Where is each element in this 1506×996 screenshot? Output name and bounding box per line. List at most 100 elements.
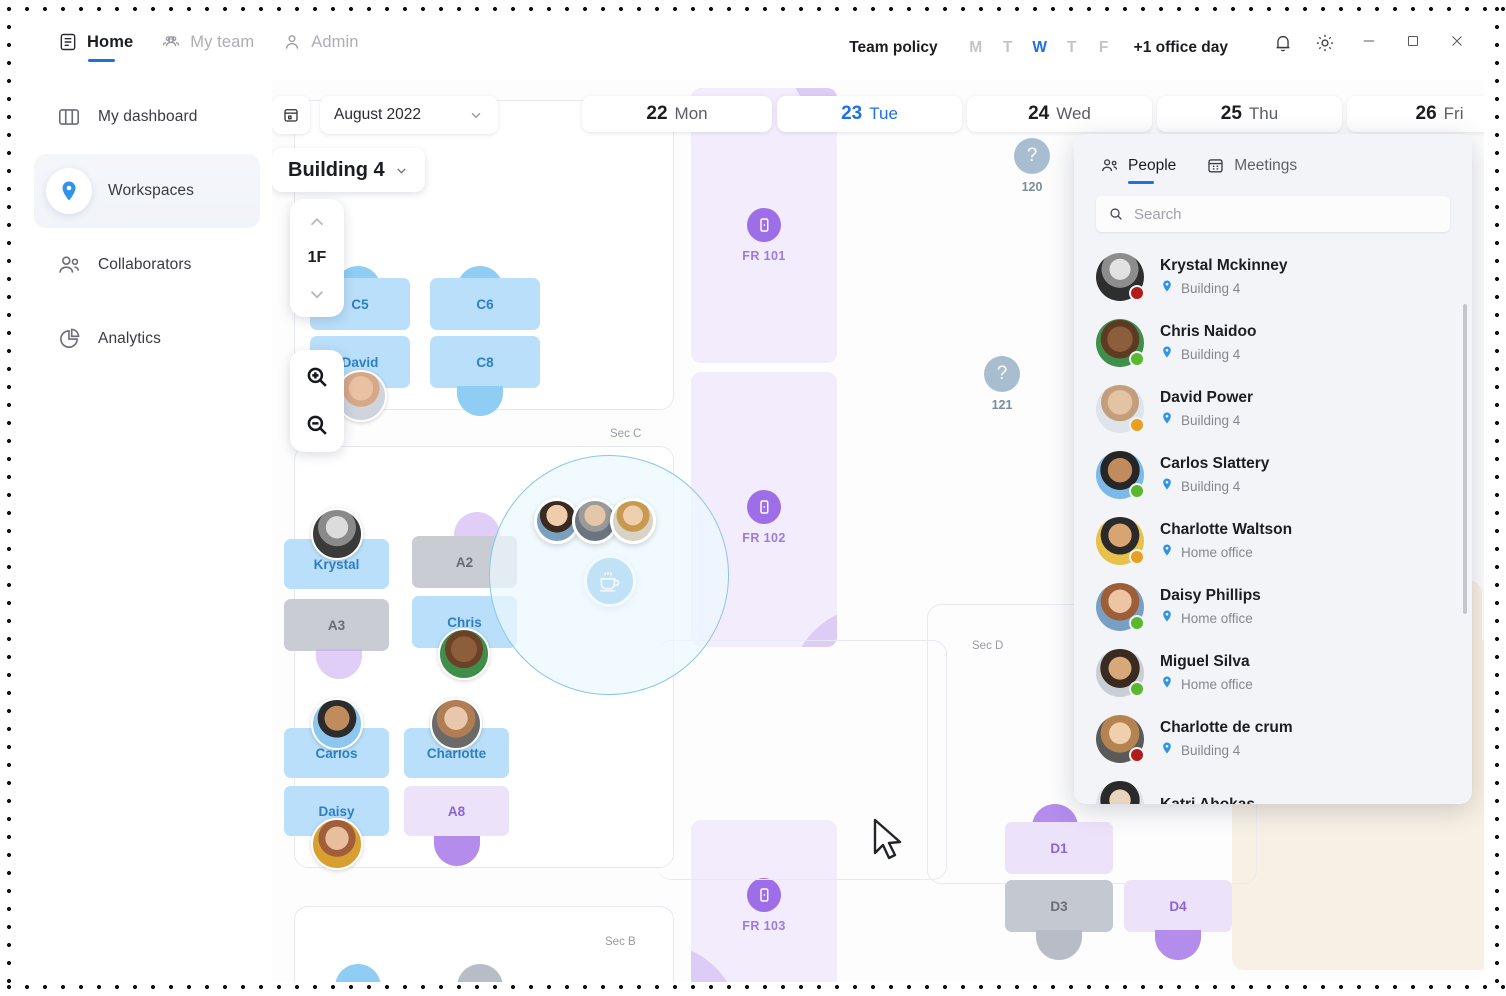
close-icon[interactable] — [1448, 32, 1466, 50]
tab-people-label: People — [1128, 156, 1177, 174]
gear-icon[interactable] — [1314, 32, 1336, 54]
desk-c8[interactable]: C8 — [430, 336, 540, 388]
date-pill-23[interactable]: 23 Tue — [777, 96, 962, 132]
chevron-down-icon[interactable] — [306, 283, 328, 305]
sidebar: My dashboard Workspaces Collaborators An… — [22, 80, 272, 982]
nav-tab-admin-label: Admin — [311, 32, 359, 51]
chevron-down-icon — [468, 107, 484, 123]
search-input[interactable] — [1134, 205, 1438, 223]
list-item[interactable]: Carlos Slattery Building 4 — [1074, 442, 1472, 508]
desk-d3[interactable]: D3 — [1005, 880, 1113, 932]
list-item[interactable]: David Power Building 4 — [1074, 376, 1472, 442]
people-panel[interactable]: People Meetings Krystal — [1074, 134, 1472, 804]
date-pill-26[interactable]: 26 Fri — [1347, 96, 1484, 132]
avatar — [1096, 319, 1145, 367]
desk-d1-label: D1 — [1050, 840, 1068, 856]
minimize-icon[interactable] — [1360, 32, 1378, 50]
list-item-info: Carlos Slattery Building 4 — [1160, 455, 1269, 495]
zoom-in-icon[interactable] — [304, 364, 330, 390]
question-icon: ? — [1014, 138, 1050, 174]
bell-icon[interactable] — [1272, 32, 1294, 54]
meeting-room-fr101-tag: FR 101 — [691, 208, 837, 265]
sidebar-item-analytics-label: Analytics — [98, 330, 161, 347]
people-list[interactable]: Krystal Mckinney Building 4 Chris Naidoo — [1074, 244, 1472, 804]
list-item[interactable]: Charlotte Waltson Home office — [1074, 508, 1472, 574]
nav-tab-home[interactable]: Home — [58, 32, 133, 62]
chevron-up-icon[interactable] — [306, 211, 328, 233]
people-icon — [56, 252, 82, 278]
desk-d1[interactable]: D1 — [1005, 822, 1113, 874]
maximize-icon[interactable] — [1404, 32, 1422, 50]
break-area-zone[interactable] — [489, 455, 729, 695]
search-box[interactable] — [1096, 196, 1450, 232]
person-name: Miguel Silva — [1160, 653, 1250, 670]
month-selector[interactable]: August 2022 — [320, 96, 498, 134]
sidebar-item-workspaces[interactable]: Workspaces — [34, 154, 260, 228]
avatar-charlotte[interactable] — [430, 698, 482, 750]
list-item-info: David Power Building 4 — [1160, 389, 1253, 429]
chair — [1155, 930, 1201, 960]
room-120[interactable]: ? 120 — [1002, 138, 1062, 196]
avatar-chris[interactable] — [438, 628, 490, 680]
policy-day-wed[interactable]: W — [1024, 39, 1056, 57]
person-location-label: Home office — [1181, 544, 1253, 560]
meeting-room-fr103-tag: FR 103 — [691, 878, 837, 935]
sidebar-item-my-dashboard[interactable]: My dashboard — [34, 80, 260, 154]
desk-c6[interactable]: C6 — [430, 278, 540, 330]
location-pin-icon — [1160, 609, 1174, 627]
tab-meetings[interactable]: Meetings — [1206, 156, 1297, 184]
calendar-picker-button[interactable] — [272, 96, 310, 134]
desk-a8-label: A8 — [447, 803, 466, 819]
list-item[interactable]: Katri Ahokas — [1074, 772, 1472, 804]
current-floor-label: 1F — [307, 249, 327, 266]
building-selector-label: Building 4 — [288, 158, 385, 181]
policy-day-thu[interactable]: T — [1056, 39, 1088, 57]
desk-d4[interactable]: D4 — [1124, 880, 1232, 932]
list-item[interactable]: Miguel Silva Home office — [1074, 640, 1472, 706]
avatar-krystal[interactable] — [311, 508, 363, 560]
date-pill-23-num: 23 — [841, 103, 863, 124]
calendar-icon — [1206, 156, 1225, 175]
extra-office-day-label[interactable]: +1 office day — [1134, 39, 1228, 57]
desk-a3[interactable]: A3 — [284, 599, 389, 651]
list-item[interactable]: Charlotte de crum Building 4 — [1074, 706, 1472, 772]
date-pill-25[interactable]: 25 Thu — [1157, 96, 1342, 132]
home-doc-icon — [58, 32, 78, 52]
presence-badge — [1129, 483, 1145, 499]
person-location: Building 4 — [1160, 741, 1293, 759]
list-item[interactable]: Daisy Phillips Home office — [1074, 574, 1472, 640]
room-121[interactable]: ? 121 — [972, 356, 1032, 414]
room-121-label: 121 — [991, 398, 1013, 412]
date-pill-26-dow: Fri — [1443, 104, 1464, 123]
location-pin-icon — [1160, 477, 1174, 495]
person-name: Krystal Mckinney — [1160, 257, 1288, 274]
list-item[interactable]: Chris Naidoo Building 4 — [1074, 310, 1472, 376]
desk-daisy-label: Daisy — [318, 803, 355, 819]
nav-tab-my-team[interactable]: My team — [161, 32, 254, 62]
sidebar-item-collaborators[interactable]: Collaborators — [34, 228, 260, 302]
policy-day-mon[interactable]: M — [960, 39, 992, 57]
location-pin-icon — [1160, 543, 1174, 561]
sidebar-item-analytics[interactable]: Analytics — [34, 302, 260, 376]
nav-tab-admin[interactable]: Admin — [282, 32, 358, 62]
person-location-label: Building 4 — [1181, 478, 1241, 494]
chair — [1036, 930, 1082, 960]
list-item-info: Chris Naidoo Building 4 — [1160, 323, 1256, 363]
building-selector[interactable]: Building 4 — [272, 148, 425, 192]
date-pill-22[interactable]: 22 Mon — [582, 96, 772, 132]
avatar-carlos[interactable] — [311, 698, 363, 750]
date-pill-25-dow: Thu — [1248, 104, 1279, 123]
desk-a8[interactable]: A8 — [404, 786, 509, 836]
location-pin-badge — [46, 168, 92, 214]
panel-scrollbar[interactable] — [1463, 304, 1467, 614]
tab-people[interactable]: People — [1100, 156, 1176, 184]
avatar[interactable] — [610, 498, 656, 544]
zoom-out-icon[interactable] — [304, 412, 330, 438]
policy-day-tue[interactable]: T — [992, 39, 1024, 57]
location-pin-icon — [1160, 345, 1174, 363]
date-pill-24[interactable]: 24 Wed — [967, 96, 1152, 132]
list-item[interactable]: Krystal Mckinney Building 4 — [1074, 244, 1472, 310]
chevron-down-icon — [394, 163, 409, 178]
avatar-daisy[interactable] — [311, 818, 363, 870]
policy-day-fri[interactable]: F — [1088, 39, 1120, 57]
